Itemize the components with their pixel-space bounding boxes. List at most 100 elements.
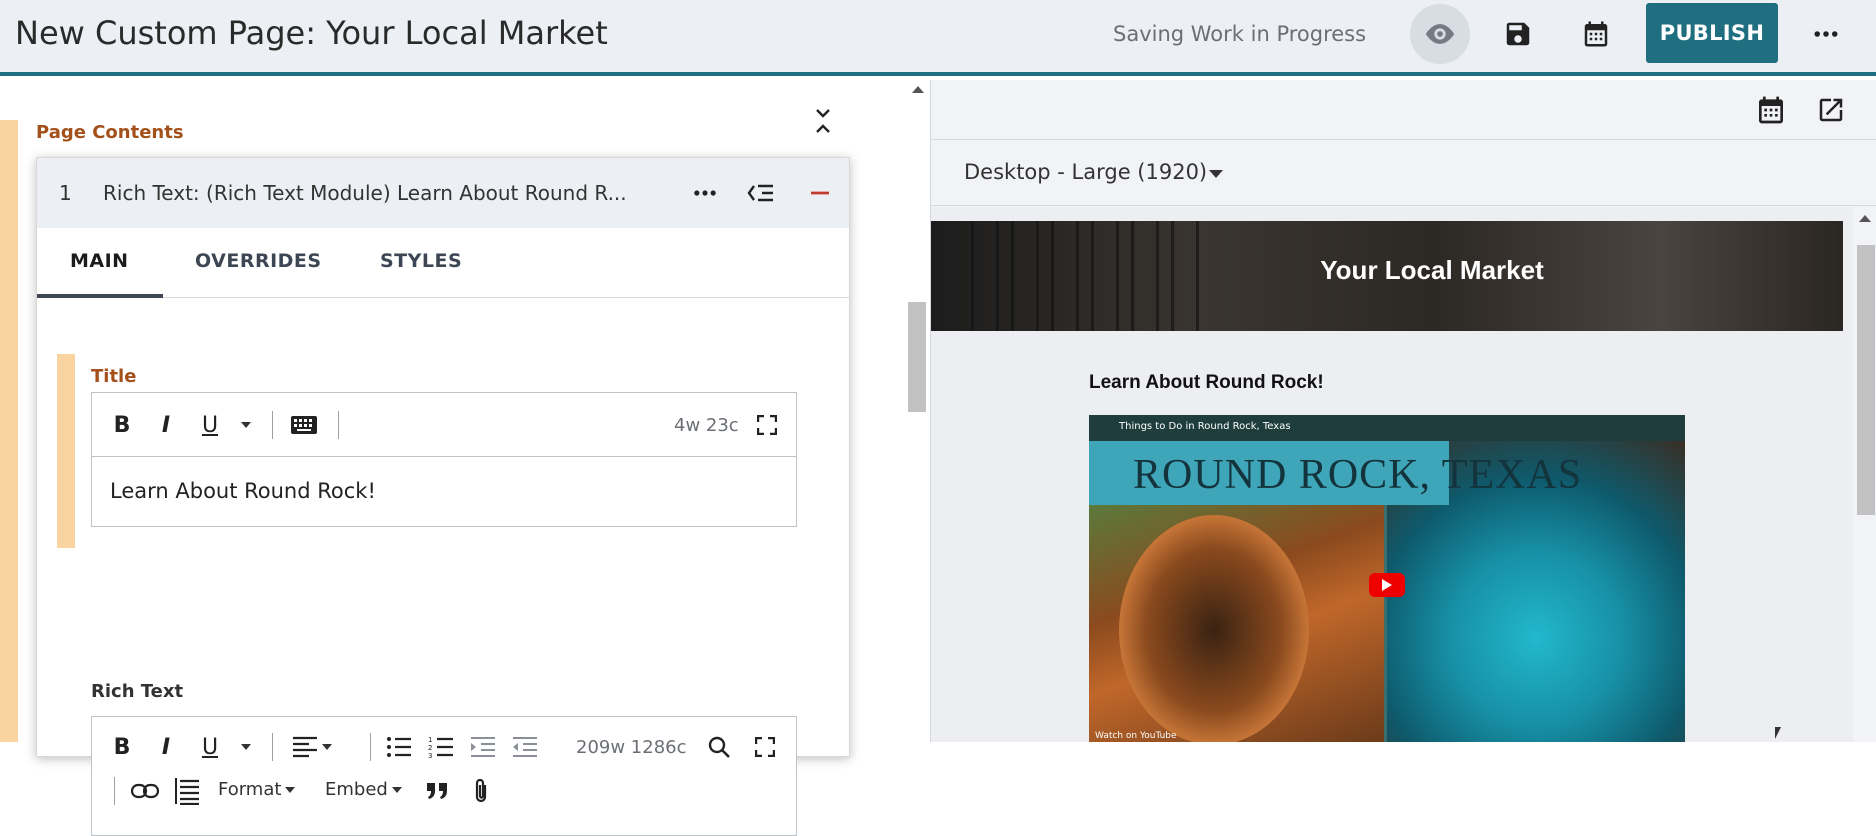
tab-main[interactable]: MAIN [70,250,129,272]
insert-link-button[interactable] [128,775,162,807]
mouse-cursor [1775,727,1781,739]
save-icon [1506,22,1530,46]
title-text[interactable]: Learn About Round Rock! [110,479,376,503]
find-button[interactable] [702,731,736,763]
module-more-button[interactable] [688,176,722,210]
page-preview: Your Local Market Learn About Round Rock… [931,207,1853,742]
watch-on-youtube[interactable]: Watch on YouTube [1095,731,1177,741]
toolbar-separator [272,411,273,439]
scrollbar-thumb[interactable] [908,302,926,412]
paragraph-button[interactable] [172,775,202,807]
outdent-icon [513,737,537,757]
editor-panel: Page Contents 1 Rich Text: (Rich Text Mo… [0,80,930,836]
outdent-button[interactable] [508,731,542,763]
device-selector-row: Desktop - Large (1920) [931,140,1876,206]
scrollbar-thumb[interactable] [1857,245,1875,515]
scroll-up-icon[interactable] [912,86,924,93]
top-bar: New Custom Page: Your Local Market Savin… [0,0,1876,76]
numbered-list-button[interactable]: 123 [424,731,458,763]
chevron-down-icon [322,744,332,750]
minus-icon [811,191,829,195]
tab-styles[interactable]: STYLES [380,250,462,272]
outline-icon [747,184,773,202]
italic-button[interactable]: I [150,409,182,441]
preview-panel: Desktop - Large (1920) Your Local Market… [930,80,1876,742]
eye-icon [1425,24,1455,44]
preview-toolbar [931,80,1876,140]
blockquote-button[interactable] [422,775,452,807]
svg-text:2: 2 [428,744,432,752]
collapse-icon [816,109,830,133]
page-title: New Custom Page: Your Local Market [15,14,608,52]
text-style-dropdown[interactable] [232,409,256,441]
underline-button[interactable]: U [194,409,226,441]
play-icon [1382,579,1392,591]
embedded-video[interactable]: ROUND ROCK, TEXAS Things to Do in Round … [1089,415,1685,742]
more-options-button[interactable] [1796,4,1856,64]
preview-schedule-button[interactable] [1751,90,1791,130]
page-contents-label: Page Contents [36,122,184,143]
indent-button[interactable] [466,731,500,763]
indent-icon [471,737,495,757]
bullet-list-button[interactable] [382,731,416,763]
embed-dropdown[interactable]: Embed [325,779,402,800]
more-icon [1814,31,1838,37]
search-icon [708,736,730,758]
rich-text-field-label: Rich Text [91,681,184,702]
calendar-icon [1584,21,1608,47]
chevron-down-icon [391,787,402,793]
schedule-button[interactable] [1566,4,1626,64]
toolbar-separator [370,733,371,761]
save-button[interactable] [1488,4,1548,64]
bold-button[interactable]: B [106,731,138,763]
title-editor-toolbar: B I U 4w 23c [92,393,796,457]
link-icon [131,783,159,799]
align-left-icon [293,736,317,758]
hero-banner: Your Local Market [931,221,1843,331]
bold-button[interactable]: B [106,409,138,441]
editor-scrollbar[interactable] [904,80,930,742]
fullscreen-button[interactable] [748,731,782,763]
format-label: Format [218,779,282,800]
attach-button[interactable] [466,775,496,807]
preview-scrollbar[interactable] [1853,207,1876,742]
tab-overrides[interactable]: OVERRIDES [195,250,322,272]
text-style-dropdown[interactable] [232,731,256,763]
keyboard-icon [291,416,317,434]
video-title[interactable]: Things to Do in Round Rock, Texas [1119,421,1291,432]
module-collapse-button[interactable] [803,176,837,210]
fullscreen-button[interactable] [752,409,782,441]
calendar-icon [1759,96,1783,124]
preview-button[interactable] [1410,4,1470,64]
title-editor: B I U 4w 23c Learn About Round Rock! [91,392,797,527]
special-characters-button[interactable] [284,409,324,441]
scroll-up-icon[interactable] [1859,215,1871,222]
format-dropdown[interactable]: Format [218,779,296,800]
device-select[interactable]: Desktop - Large (1920) [964,160,1207,184]
preview-heading: Learn About Round Rock! [1089,372,1324,393]
underline-button[interactable]: U [194,731,226,763]
open-external-button[interactable] [1811,90,1851,130]
module-header[interactable]: 1 Rich Text: (Rich Text Module) Learn Ab… [37,158,849,228]
play-button[interactable] [1369,573,1405,597]
title-field-accent [57,354,75,548]
toolbar-separator [272,733,273,761]
align-dropdown[interactable] [286,731,338,763]
publish-button[interactable]: PUBLISH [1646,3,1778,63]
quote-icon [427,783,447,799]
module-outline-button[interactable] [744,176,778,210]
italic-button[interactable]: I [150,731,182,763]
svg-text:1: 1 [428,736,432,744]
video-banner-text: ROUND ROCK, TEXAS [1133,452,1583,498]
active-tab-indicator [37,294,163,298]
module-title: Rich Text: (Rich Text Module) Learn Abou… [103,181,627,205]
chevron-down-icon [285,787,296,793]
fullscreen-icon [757,415,777,435]
section-accent-bar [0,120,18,742]
numbered-list-icon: 123 [428,736,453,758]
svg-text:3: 3 [428,752,432,758]
chevron-down-icon [241,744,251,750]
more-icon [694,190,716,196]
chevron-down-icon[interactable] [1209,170,1223,178]
collapse-all-button[interactable] [810,106,836,136]
